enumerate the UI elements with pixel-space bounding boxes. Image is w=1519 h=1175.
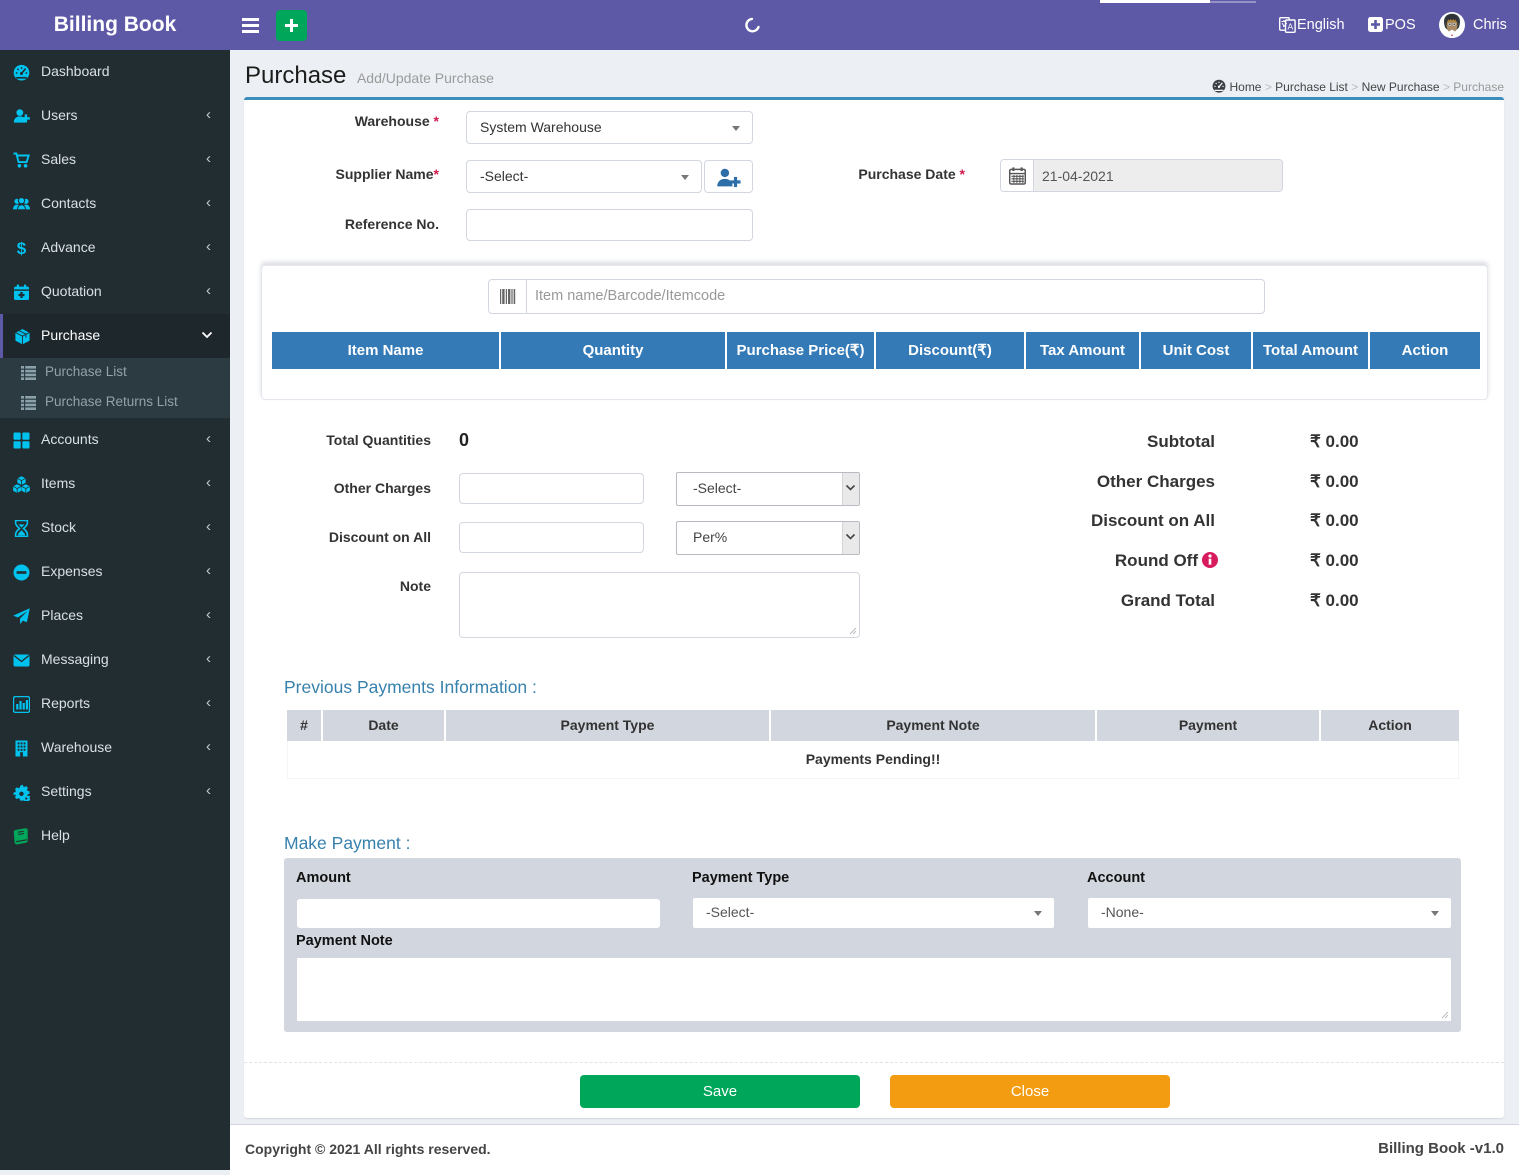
svg-text:A: A bbox=[1287, 21, 1293, 31]
